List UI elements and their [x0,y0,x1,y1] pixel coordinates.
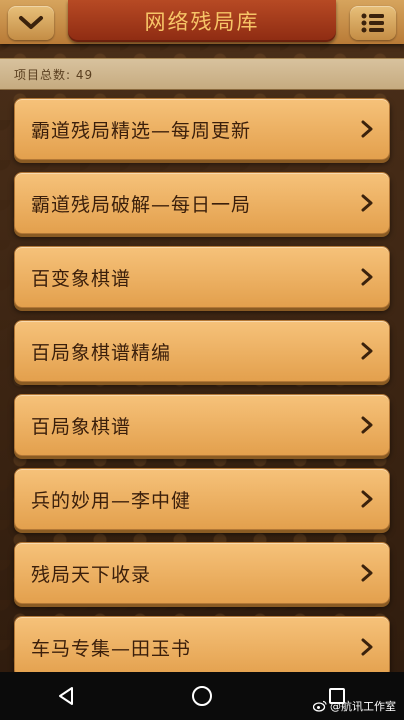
chevron-right-icon [361,120,373,138]
list-item-label: 霸道残局破解—每日一局 [31,193,252,216]
list-item-label: 霸道残局精选—每周更新 [31,119,252,142]
library-list: 霸道残局精选—每周更新 霸道残局破解—每日一局 百变象棋谱 百局象棋谱精编 百局… [14,98,390,690]
list-item-label: 百局象棋谱 [31,415,132,438]
nav-home-button[interactable] [182,676,222,716]
chevron-right-icon [361,490,373,508]
list-item[interactable]: 百局象棋谱 [14,394,390,456]
list-item[interactable]: 百局象棋谱精编 [14,320,390,382]
list-item-label: 车马专集—田玉书 [31,637,192,660]
list-item-label: 百局象棋谱精编 [31,341,172,364]
count-bar: 项目总数: 49 [0,58,404,90]
list-item[interactable]: 兵的妙用—李中健 [14,468,390,530]
chevron-right-icon [361,564,373,582]
nav-back-button[interactable] [47,676,87,716]
list-item[interactable]: 霸道残局精选—每周更新 [14,98,390,160]
chevron-right-icon [361,638,373,656]
weibo-icon [313,700,327,712]
chevron-right-icon [361,416,373,434]
watermark: @航讯工作室 [313,698,396,714]
list-menu-icon [361,13,384,33]
list-item[interactable]: 车马专集—田玉书 [14,616,390,678]
list-item-label: 兵的妙用—李中健 [31,489,192,512]
item-count: 项目总数: 49 [14,67,94,82]
list-item-label: 百变象棋谱 [31,267,132,290]
chevron-right-icon [361,268,373,286]
page-title: 网络残局库 [144,10,260,34]
list-item[interactable]: 霸道残局破解—每日一局 [14,172,390,234]
chevron-right-icon [361,342,373,360]
back-triangle-icon [59,687,74,705]
list-item-label: 残局天下收录 [31,563,152,586]
list-item[interactable]: 百变象棋谱 [14,246,390,308]
top-bar: 网络残局库 [0,0,404,44]
menu-button[interactable] [350,6,396,40]
chevron-down-icon [19,16,43,29]
home-circle-icon [191,686,212,706]
list-item[interactable]: 残局天下收录 [14,542,390,604]
back-button[interactable] [8,6,54,40]
title-plaque: 网络残局库 [68,0,336,42]
watermark-text: @航讯工作室 [330,700,396,713]
chevron-right-icon [361,194,373,212]
